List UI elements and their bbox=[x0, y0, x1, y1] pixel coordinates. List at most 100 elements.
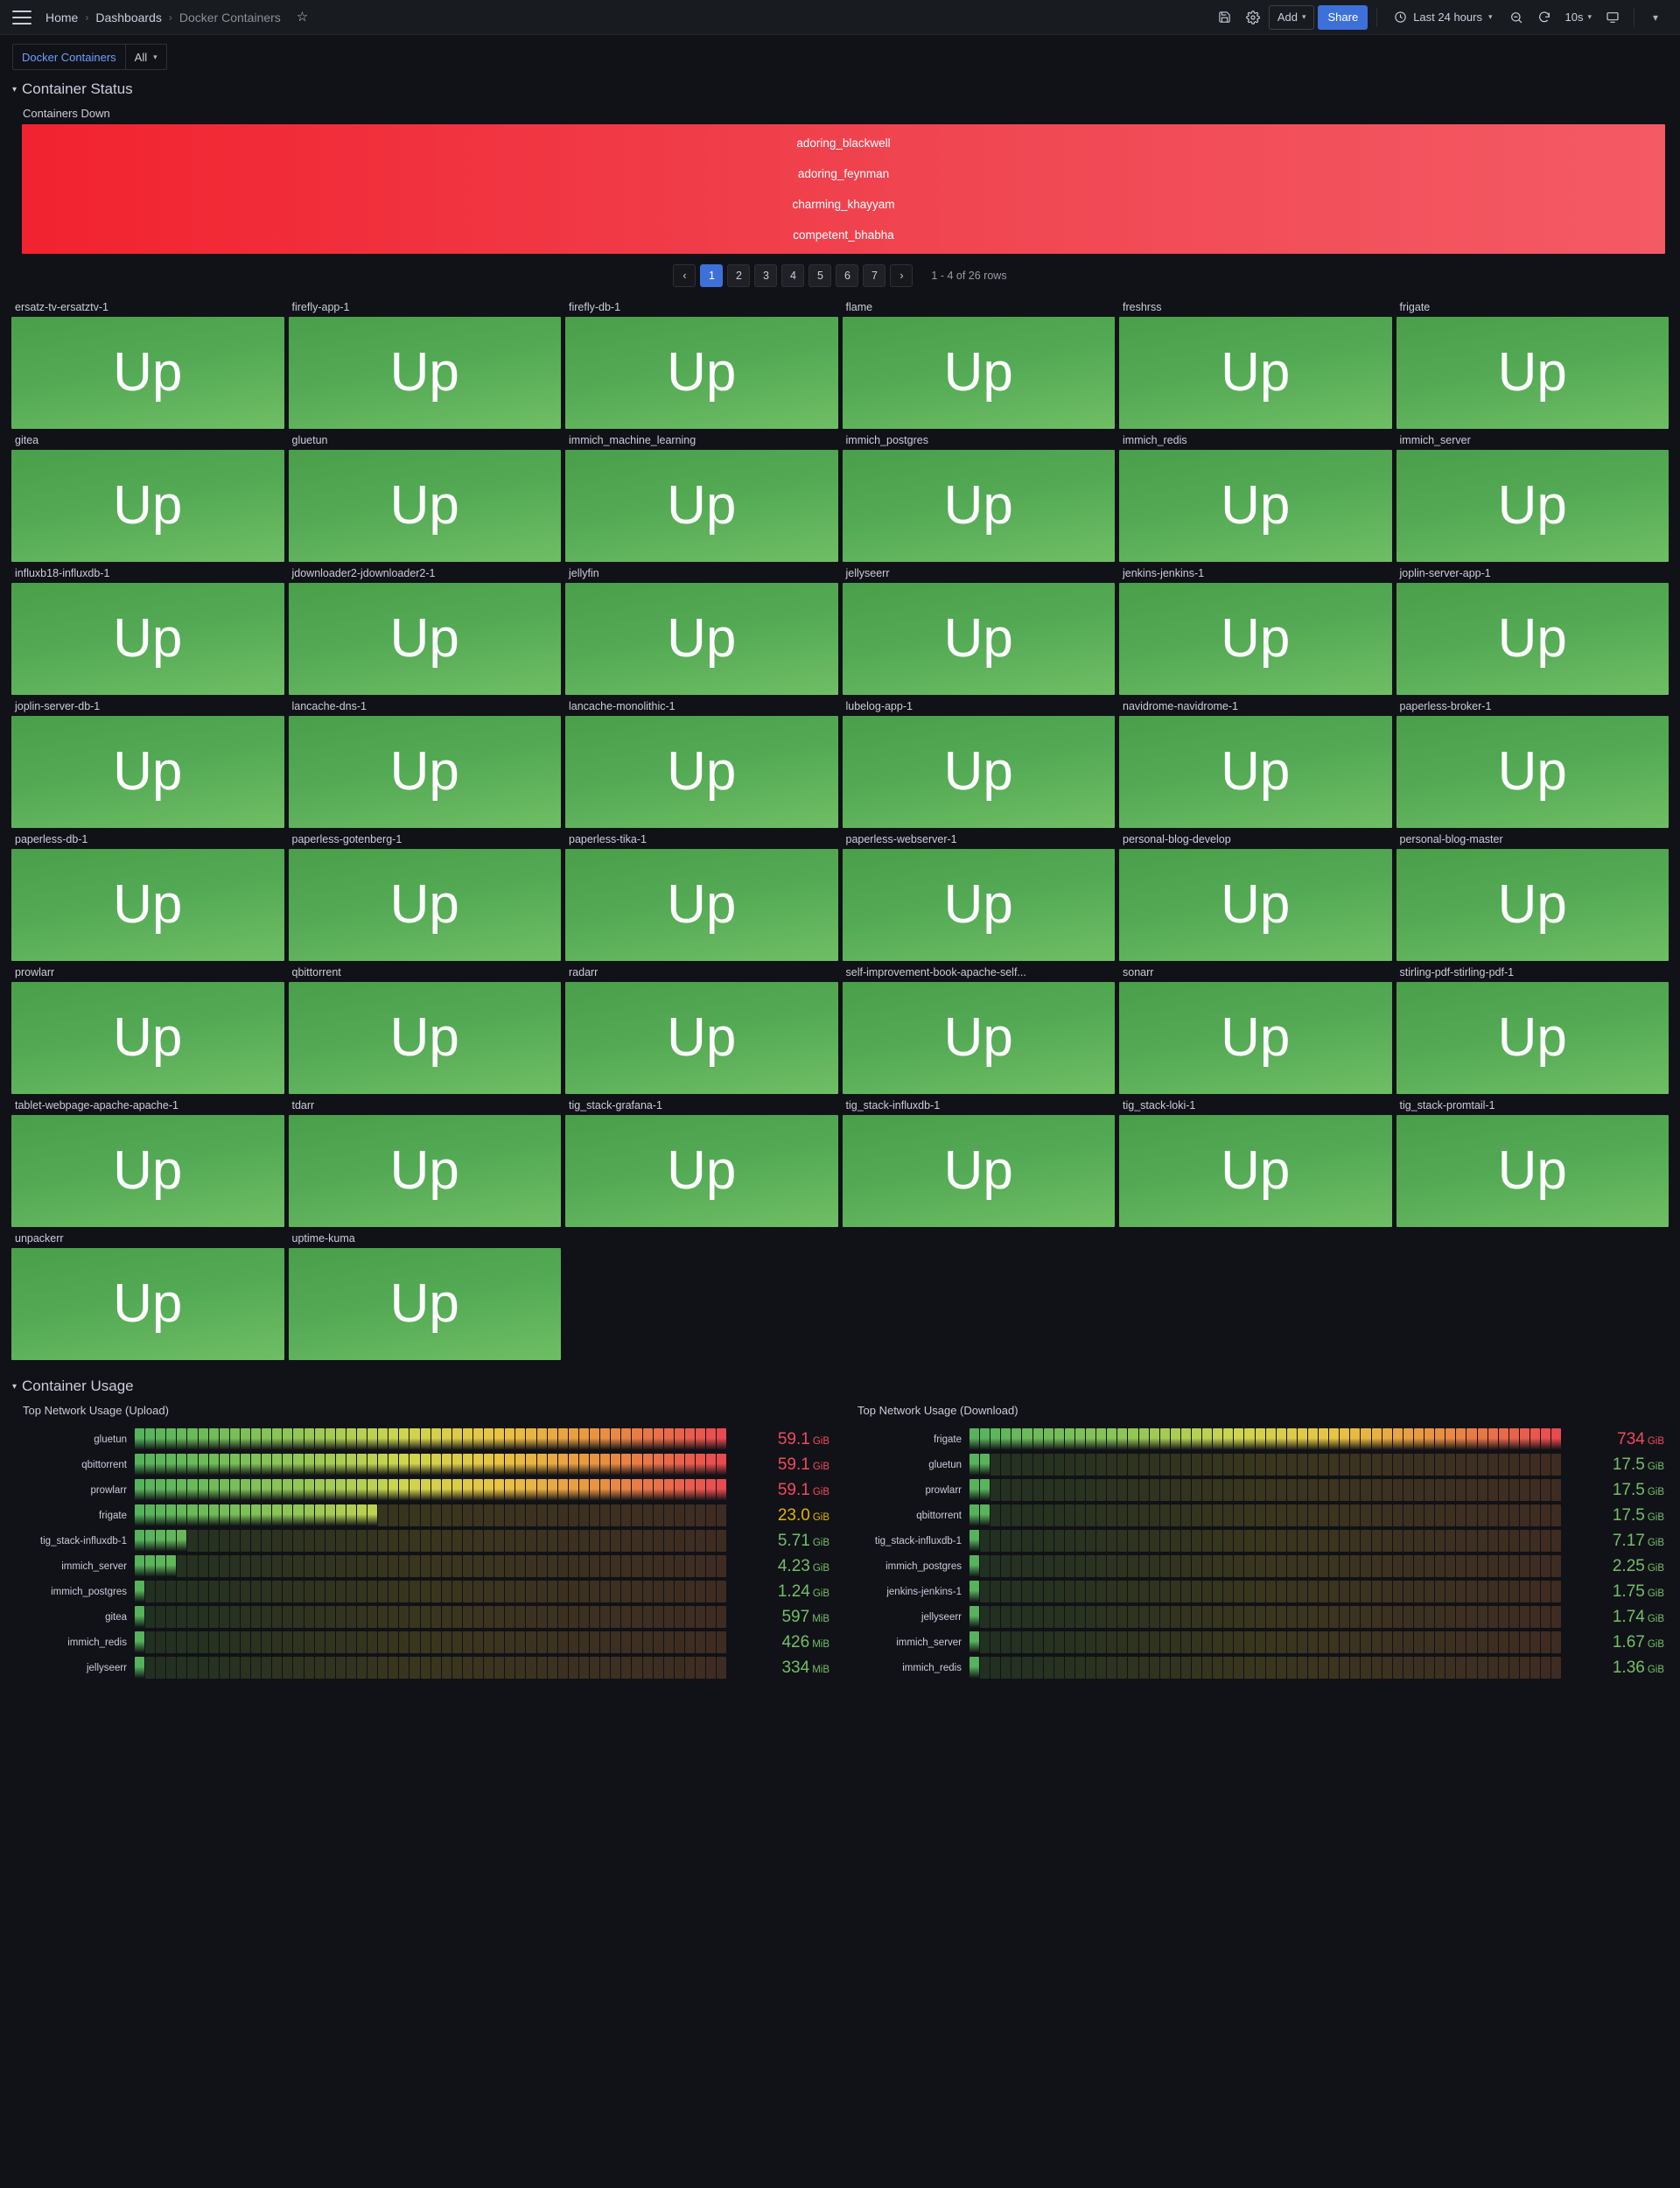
container-status-value-box[interactable]: Up bbox=[1396, 716, 1669, 828]
heatmap-cells[interactable] bbox=[135, 1657, 727, 1679]
time-range-picker[interactable]: Last 24 hours ▾ bbox=[1386, 5, 1500, 30]
heatmap-cells[interactable] bbox=[135, 1555, 727, 1577]
container-status-value-box[interactable]: Up bbox=[1119, 450, 1392, 562]
container-status-value-box[interactable]: Up bbox=[565, 849, 838, 961]
heatmap-cells[interactable] bbox=[135, 1454, 727, 1476]
heatmap-cells[interactable] bbox=[135, 1530, 727, 1552]
container-status-value-box[interactable]: Up bbox=[11, 583, 284, 695]
heatmap-cell bbox=[611, 1428, 621, 1450]
container-status-value-box[interactable]: Up bbox=[565, 583, 838, 695]
container-status-value-box[interactable]: Up bbox=[1119, 716, 1392, 828]
heatmap-cells[interactable] bbox=[970, 1631, 1562, 1653]
container-status-value-box[interactable]: Up bbox=[565, 716, 838, 828]
container-status-value-box[interactable]: Up bbox=[565, 450, 838, 562]
heatmap-cells[interactable] bbox=[970, 1606, 1562, 1628]
container-status-value-box[interactable]: Up bbox=[1396, 317, 1669, 429]
container-status-value-box[interactable]: Up bbox=[288, 716, 561, 828]
container-status-value-box[interactable]: Up bbox=[842, 716, 1115, 828]
dashboard-settings-button[interactable] bbox=[1241, 5, 1265, 30]
container-status-value-box[interactable]: Up bbox=[842, 317, 1115, 429]
container-status-value-box[interactable]: Up bbox=[1396, 982, 1669, 1094]
container-status-value-box[interactable]: Up bbox=[842, 1115, 1115, 1227]
container-status-value-box[interactable]: Up bbox=[11, 1248, 284, 1360]
pagination-page-4[interactable]: 4 bbox=[781, 264, 805, 287]
heatmap-cells[interactable] bbox=[135, 1606, 727, 1628]
heatmap-cells[interactable] bbox=[970, 1581, 1562, 1602]
heatmap-cells[interactable] bbox=[135, 1581, 727, 1602]
pagination-page-2[interactable]: 2 bbox=[727, 264, 751, 287]
container-status-value-box[interactable]: Up bbox=[842, 982, 1115, 1094]
container-status-value-box[interactable]: Up bbox=[1119, 982, 1392, 1094]
heatmap-cells[interactable] bbox=[970, 1479, 1562, 1501]
breadcrumb-item-dashboards[interactable]: Dashboards bbox=[95, 11, 162, 25]
pagination-page-1[interactable]: 1 bbox=[700, 264, 724, 287]
heatmap-cells[interactable] bbox=[135, 1428, 727, 1450]
kiosk-mode-button[interactable] bbox=[1600, 5, 1625, 30]
row-header-container-status[interactable]: ▾ Container Status bbox=[0, 75, 1680, 102]
container-status-value-box[interactable]: Up bbox=[1119, 1115, 1392, 1227]
row-header-container-usage[interactable]: ▾ Container Usage bbox=[0, 1372, 1680, 1399]
heatmap-cells[interactable] bbox=[970, 1428, 1562, 1450]
container-status-value-box[interactable]: Up bbox=[11, 1115, 284, 1227]
container-status-value-box[interactable]: Up bbox=[1119, 849, 1392, 961]
container-status-value-box[interactable]: Up bbox=[565, 1115, 838, 1227]
container-status-value-box[interactable]: Up bbox=[11, 716, 284, 828]
container-status-value-box[interactable]: Up bbox=[288, 583, 561, 695]
hamburger-menu-icon[interactable] bbox=[12, 10, 32, 25]
containers-down-panel[interactable]: adoring_blackwell adoring_feynman charming… bbox=[22, 124, 1665, 254]
pagination-page-3[interactable]: 3 bbox=[754, 264, 778, 287]
network-download-heatmap[interactable]: frigate 734 GiB gluetun 17.5 GiB prowlarr 17.5 G… bbox=[847, 1427, 1664, 1680]
pagination-next-button[interactable]: › bbox=[890, 264, 914, 287]
container-status-value-box[interactable]: Up bbox=[288, 317, 561, 429]
container-status-title: gitea bbox=[15, 434, 39, 446]
container-status-value-box[interactable]: Up bbox=[1119, 583, 1392, 695]
refresh-interval-picker[interactable]: 10s ▾ bbox=[1560, 5, 1598, 30]
more-options-button[interactable]: ▾ bbox=[1643, 5, 1668, 30]
heatmap-cell bbox=[1498, 1555, 1508, 1577]
heatmap-cells[interactable] bbox=[970, 1504, 1562, 1526]
zoom-out-time-button[interactable] bbox=[1504, 5, 1529, 30]
container-status-value-box[interactable]: Up bbox=[1396, 849, 1669, 961]
pagination-prev-button[interactable]: ‹ bbox=[673, 264, 696, 287]
heatmap-cells[interactable] bbox=[135, 1631, 727, 1653]
breadcrumb-item-docker-containers[interactable]: Docker Containers bbox=[179, 11, 281, 25]
container-status-value-box[interactable]: Up bbox=[565, 317, 838, 429]
pagination-page-5[interactable]: 5 bbox=[808, 264, 832, 287]
container-status-value-box[interactable]: Up bbox=[11, 982, 284, 1094]
heatmap-cells[interactable] bbox=[970, 1657, 1562, 1679]
container-status-value-box[interactable]: Up bbox=[11, 450, 284, 562]
container-status-value-box[interactable]: Up bbox=[842, 849, 1115, 961]
container-status-value-box[interactable]: Up bbox=[288, 450, 561, 562]
container-status-value-box[interactable]: Up bbox=[1119, 317, 1392, 429]
network-upload-heatmap[interactable]: gluetun 59.1 GiB qbittorrent 59.1 GiB prowlarr… bbox=[12, 1427, 830, 1680]
variable-select[interactable]: All ▾ bbox=[124, 44, 167, 70]
save-dashboard-button[interactable] bbox=[1213, 5, 1237, 30]
heatmap-cells[interactable] bbox=[135, 1479, 727, 1501]
container-status-value-box[interactable]: Up bbox=[565, 982, 838, 1094]
heatmap-cell bbox=[410, 1530, 420, 1552]
container-status-value-box[interactable]: Up bbox=[288, 1248, 561, 1360]
add-panel-button[interactable]: Add ▾ bbox=[1268, 4, 1315, 30]
container-status-value-box[interactable]: Up bbox=[842, 583, 1115, 695]
container-status-value-box[interactable]: Up bbox=[1396, 583, 1669, 695]
share-button[interactable]: Share bbox=[1318, 4, 1368, 30]
container-status-value-box[interactable]: Up bbox=[288, 982, 561, 1094]
container-status-value-box[interactable]: Up bbox=[288, 849, 561, 961]
heatmap-cells[interactable] bbox=[970, 1530, 1562, 1552]
container-status-value-box[interactable]: Up bbox=[1396, 1115, 1669, 1227]
pagination-page-6[interactable]: 6 bbox=[836, 264, 859, 287]
refresh-button[interactable] bbox=[1532, 5, 1557, 30]
star-icon[interactable]: ☆ bbox=[297, 11, 308, 24]
heatmap-row-value: 23.0 GiB bbox=[726, 1507, 830, 1524]
heatmap-cells[interactable] bbox=[970, 1555, 1562, 1577]
container-status-value-box[interactable]: Up bbox=[1396, 450, 1669, 562]
container-status-value-box[interactable]: Up bbox=[288, 1115, 561, 1227]
breadcrumb-item-home[interactable]: Home bbox=[46, 11, 78, 25]
container-status-value-box[interactable]: Up bbox=[11, 849, 284, 961]
heatmap-cells[interactable] bbox=[970, 1454, 1562, 1476]
pagination-page-7[interactable]: 7 bbox=[863, 264, 886, 287]
container-status-value-box[interactable]: Up bbox=[842, 450, 1115, 562]
heatmap-cells[interactable] bbox=[135, 1504, 727, 1526]
heatmap-row-label: immich_redis bbox=[902, 1662, 962, 1673]
container-status-value-box[interactable]: Up bbox=[11, 317, 284, 429]
